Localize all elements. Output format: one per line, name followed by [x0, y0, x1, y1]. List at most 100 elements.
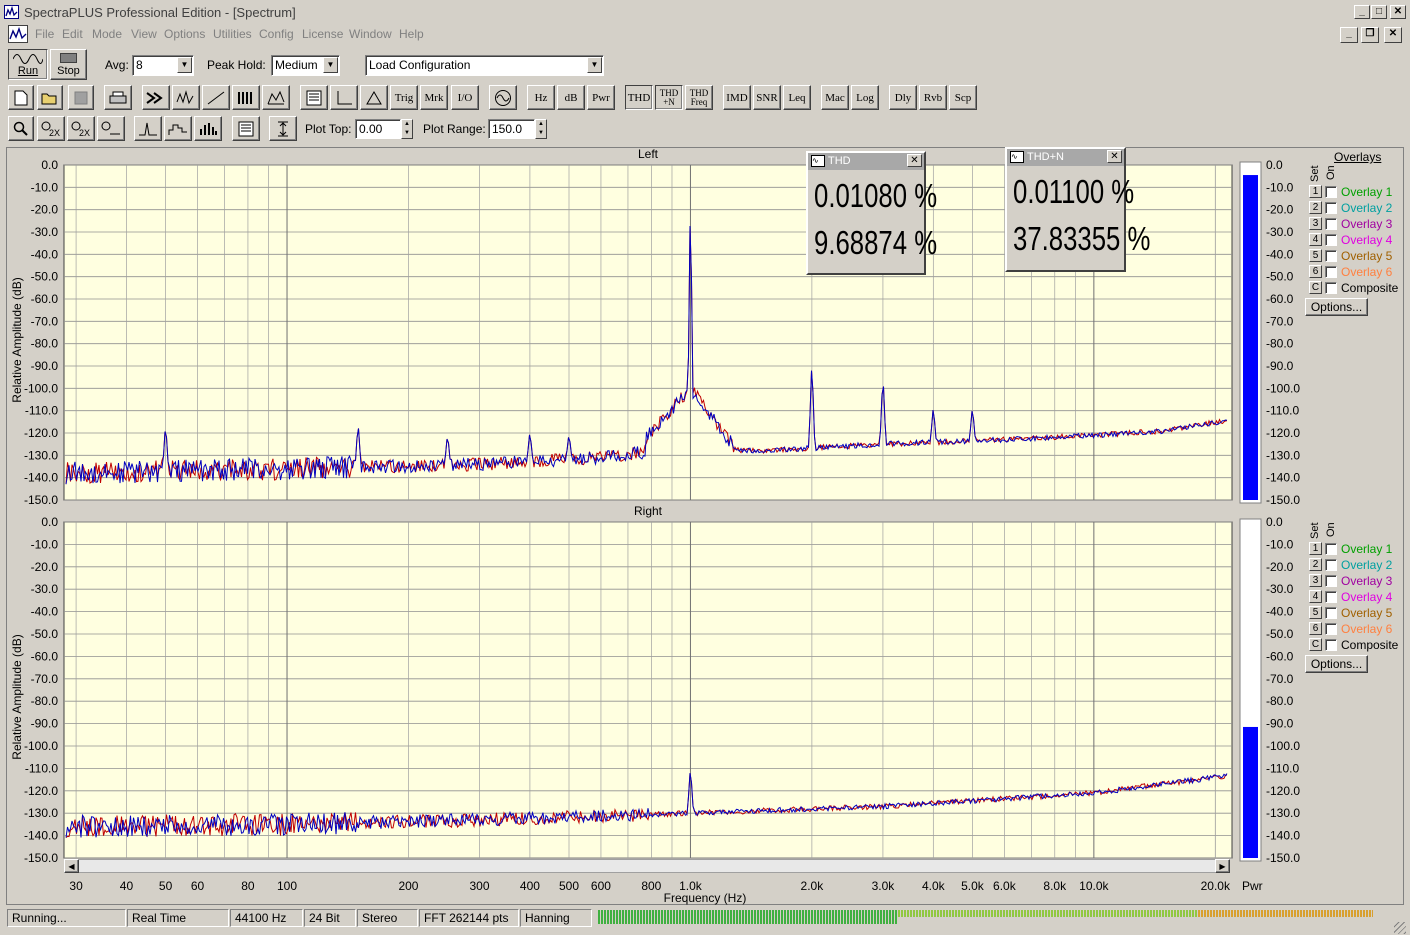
overlay-checkbox-6[interactable]	[1325, 266, 1337, 278]
y-tick-label: -30.0	[31, 225, 59, 239]
meter-icon: ∿	[811, 155, 825, 167]
y-tick-label: -10.0	[31, 180, 59, 194]
status-fft-size: FFT 262144 pts	[419, 909, 519, 927]
meter-tick-label: -10.0	[1266, 537, 1294, 551]
pwr-meter-label: Pwr	[1242, 879, 1263, 893]
overlay-checkbox-4-bottom[interactable]	[1325, 591, 1337, 603]
x-tick-label: 8.0k	[1043, 879, 1067, 893]
y-tick-label: -90.0	[31, 717, 59, 731]
overlay-label-C: Composite	[1341, 281, 1399, 295]
meter-tick-label: -120.0	[1266, 426, 1300, 440]
x-tick-label: 2.0k	[801, 879, 825, 893]
overlay-checkbox-3[interactable]	[1325, 218, 1337, 230]
overlay-label-2: Overlay 2	[1341, 201, 1393, 215]
level-progress-bar	[598, 910, 1373, 924]
overlay-label-1-bottom: Overlay 1	[1341, 542, 1393, 556]
overlay-label-5-bottom: Overlay 5	[1341, 606, 1393, 620]
status-sample-rate: 44100 Hz	[230, 909, 303, 927]
overlay-set-button-C-bottom[interactable]: C	[1309, 638, 1322, 651]
thd-meter-window[interactable]: ∿ THD ✕ 0.01080 % 9.68874 %	[806, 151, 937, 275]
meter-tick-label: -120.0	[1266, 784, 1300, 798]
meter-tick-label: -60.0	[1266, 292, 1294, 306]
overlay-set-button-5-bottom[interactable]: 5	[1309, 606, 1322, 619]
thdn-meter-window[interactable]: ∿ THD+N ✕ 0.01100 % 37.83355 %	[1005, 147, 1150, 272]
x-tick-label: 100	[277, 879, 297, 893]
y-tick-label: -50.0	[31, 627, 59, 641]
x-tick-label: 40	[120, 879, 134, 893]
meter-tick-label: -90.0	[1266, 717, 1294, 731]
thdn-meter-titlebar: ∿ THD+N ✕	[1007, 149, 1124, 166]
overlay-checkbox-6-bottom[interactable]	[1325, 623, 1337, 635]
meter-tick-label: -100.0	[1266, 381, 1300, 395]
y-tick-label: -40.0	[31, 605, 59, 619]
thd-meter-title: THD	[828, 155, 851, 167]
overlay-set-button-5[interactable]: 5	[1309, 249, 1322, 262]
status-bit-depth: 24 Bit	[304, 909, 356, 927]
overlay-checkbox-2[interactable]	[1325, 202, 1337, 214]
overlay-checkbox-C[interactable]	[1325, 282, 1337, 294]
x-axis-label: Frequency (Hz)	[663, 891, 747, 905]
overlay-set-header-bottom: Set	[1309, 522, 1321, 539]
overlay-set-button-4[interactable]: 4	[1309, 233, 1322, 246]
overlay-options-button-bottom[interactable]: Options...	[1305, 655, 1368, 673]
scroll-right-icon[interactable]: ▶	[1215, 859, 1230, 873]
scroll-left-icon[interactable]: ◀	[64, 859, 79, 873]
meter-tick-label: -70.0	[1266, 314, 1294, 328]
thdn-meter-close-icon[interactable]: ✕	[1107, 150, 1122, 163]
right-channel-title: Right	[633, 504, 662, 518]
overlay-checkbox-3-bottom[interactable]	[1325, 575, 1337, 587]
overlay-set-button-6-bottom[interactable]: 6	[1309, 622, 1322, 635]
overlay-set-button-1-bottom[interactable]: 1	[1309, 542, 1322, 555]
overlay-label-4-bottom: Overlay 4	[1341, 590, 1393, 604]
overlay-set-button-3[interactable]: 3	[1309, 217, 1322, 230]
overlay-set-button-1[interactable]: 1	[1309, 185, 1322, 198]
meter-tick-label: -150.0	[1266, 493, 1300, 507]
meter-tick-label: -130.0	[1266, 448, 1300, 462]
meter-tick-label: -20.0	[1266, 203, 1294, 217]
overlay-label-4: Overlay 4	[1341, 233, 1393, 247]
overlay-set-button-6[interactable]: 6	[1309, 265, 1322, 278]
x-tick-label: 10.0k	[1079, 879, 1109, 893]
overlay-set-button-2-bottom[interactable]: 2	[1309, 558, 1322, 571]
overlay-options-label: Options...	[1310, 300, 1363, 314]
meter-tick-label: -80.0	[1266, 337, 1294, 351]
resize-grip-icon[interactable]	[1394, 922, 1406, 934]
overlay-checkbox-C-bottom[interactable]	[1325, 639, 1337, 651]
overlay-set-button-4-bottom[interactable]: 4	[1309, 590, 1322, 603]
y-tick-label: -120.0	[24, 426, 58, 440]
y-tick-label: -110.0	[25, 761, 58, 775]
x-tick-label: 300	[469, 879, 489, 893]
meter-icon: ∿	[1010, 151, 1024, 163]
overlay-checkbox-2-bottom[interactable]	[1325, 559, 1337, 571]
overlay-checkbox-1[interactable]	[1325, 186, 1337, 198]
meter-tick-label: -130.0	[1266, 806, 1300, 820]
meter-tick-label: -50.0	[1266, 270, 1294, 284]
overlay-label-3-bottom: Overlay 3	[1341, 574, 1393, 588]
horizontal-scrollbar[interactable]	[64, 859, 1230, 873]
y-tick-label: 0.0	[41, 158, 58, 172]
overlay-set-button-C[interactable]: C	[1309, 281, 1322, 294]
x-tick-label: 6.0k	[993, 879, 1017, 893]
overlay-checkbox-5-bottom[interactable]	[1325, 607, 1337, 619]
meter-tick-label: 0.0	[1266, 515, 1283, 529]
y-tick-label: -90.0	[31, 359, 59, 373]
meter-tick-label: -30.0	[1266, 582, 1294, 596]
overlay-set-button-2[interactable]: 2	[1309, 201, 1322, 214]
thd-meter-titlebar: ∿ THD ✕	[808, 153, 924, 170]
overlays-header: Overlays	[1334, 150, 1382, 164]
status-mode: Real Time	[127, 909, 229, 927]
meter-tick-label: -110.0	[1266, 404, 1299, 418]
meter-tick-label: -20.0	[1266, 560, 1294, 574]
overlay-checkbox-1-bottom[interactable]	[1325, 543, 1337, 555]
meter-tick-label: -10.0	[1266, 180, 1294, 194]
x-tick-label: 400	[520, 879, 540, 893]
overlay-checkbox-5[interactable]	[1325, 250, 1337, 262]
overlay-options-button-top[interactable]: Options...	[1305, 298, 1368, 316]
x-tick-label: 80	[241, 879, 255, 893]
meter-tick-label: -50.0	[1266, 627, 1294, 641]
overlay-set-button-3-bottom[interactable]: 3	[1309, 574, 1322, 587]
thd-meter-close-icon[interactable]: ✕	[907, 154, 922, 167]
overlay-checkbox-4[interactable]	[1325, 234, 1337, 246]
meter-tick-label: -100.0	[1266, 739, 1300, 753]
overlay-label-1: Overlay 1	[1341, 185, 1393, 199]
